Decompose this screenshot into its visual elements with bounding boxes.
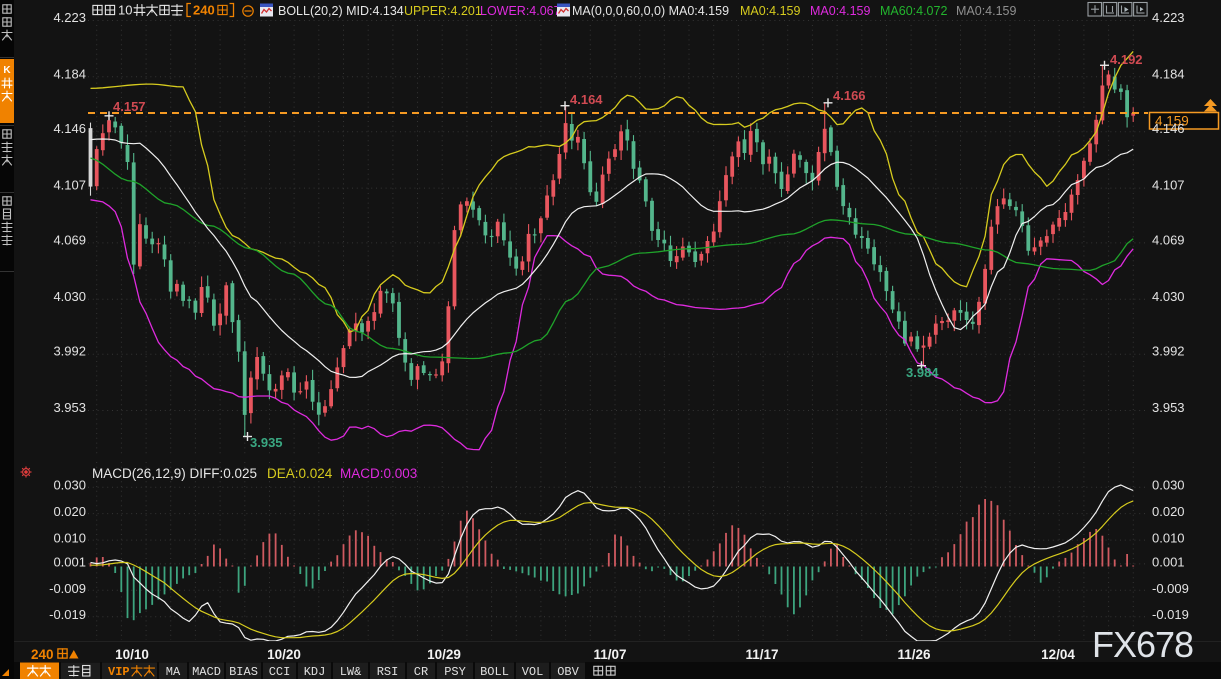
svg-text:K: K xyxy=(3,65,11,76)
svg-text:4.166: 4.166 xyxy=(833,88,866,103)
svg-text:3.935: 3.935 xyxy=(250,435,283,450)
svg-text:MACD(26,12,9) DIFF:0.025: MACD(26,12,9) DIFF:0.025 xyxy=(92,466,257,481)
svg-text:4.069: 4.069 xyxy=(1152,232,1185,247)
svg-text:10/29: 10/29 xyxy=(427,647,461,662)
svg-text:10: 10 xyxy=(118,3,132,18)
svg-text:MA0:4.159: MA0:4.159 xyxy=(956,4,1017,18)
svg-text:10/20: 10/20 xyxy=(267,647,301,662)
svg-text:3.992: 3.992 xyxy=(53,344,86,359)
svg-text:-0.019: -0.019 xyxy=(1152,607,1189,622)
svg-text:0.010: 0.010 xyxy=(1152,531,1185,546)
svg-text:MA0:4.159: MA0:4.159 xyxy=(740,4,801,18)
svg-text:MA60:4.072: MA60:4.072 xyxy=(880,4,947,18)
svg-text:4.223: 4.223 xyxy=(53,10,86,25)
svg-text:4.146: 4.146 xyxy=(53,121,86,136)
svg-text:FX678: FX678 xyxy=(1092,624,1193,665)
svg-text:11/17: 11/17 xyxy=(745,647,778,662)
svg-text:-0.009: -0.009 xyxy=(49,581,86,596)
svg-text:CCI: CCI xyxy=(269,665,291,679)
svg-text:0.001: 0.001 xyxy=(53,554,86,569)
svg-text:KDJ: KDJ xyxy=(304,665,326,679)
svg-text:0.010: 0.010 xyxy=(53,531,86,546)
svg-text:DEA:0.024: DEA:0.024 xyxy=(267,466,333,481)
svg-text:4.107: 4.107 xyxy=(1152,178,1185,193)
svg-text:10/10: 10/10 xyxy=(115,647,149,662)
svg-text:4.069: 4.069 xyxy=(53,232,86,247)
svg-text:BOLL(20,2) MID:4.134: BOLL(20,2) MID:4.134 xyxy=(278,4,404,18)
svg-text:VIP: VIP xyxy=(108,665,130,679)
svg-text:MA: MA xyxy=(166,665,181,679)
svg-text:4.184: 4.184 xyxy=(53,66,86,81)
svg-text:0.001: 0.001 xyxy=(1152,554,1185,569)
svg-text:0.030: 0.030 xyxy=(1152,478,1185,493)
svg-text:MACD: MACD xyxy=(192,665,221,679)
svg-text:3.953: 3.953 xyxy=(1152,400,1185,415)
svg-text:3.953: 3.953 xyxy=(53,400,86,415)
svg-text:4.157: 4.157 xyxy=(113,99,146,114)
svg-text:4.030: 4.030 xyxy=(1152,289,1185,304)
svg-text:12/04: 12/04 xyxy=(1041,647,1075,662)
svg-text:240: 240 xyxy=(31,647,54,662)
svg-text:4.223: 4.223 xyxy=(1152,10,1185,25)
svg-text:-0.019: -0.019 xyxy=(49,607,86,622)
svg-text:LW&: LW& xyxy=(340,665,362,679)
svg-text:UPPER:4.201: UPPER:4.201 xyxy=(404,4,482,18)
svg-text:LOWER:4.067: LOWER:4.067 xyxy=(480,4,561,18)
svg-text:11/07: 11/07 xyxy=(593,647,626,662)
svg-text:-0.009: -0.009 xyxy=(1152,581,1189,596)
svg-text:BIAS: BIAS xyxy=(229,665,258,679)
svg-text:4.030: 4.030 xyxy=(53,289,86,304)
svg-text:0.020: 0.020 xyxy=(1152,504,1185,519)
svg-text:4.192: 4.192 xyxy=(1110,52,1143,67)
svg-text:CR: CR xyxy=(414,665,428,679)
svg-text:4.164: 4.164 xyxy=(570,92,603,107)
svg-text:BOLL: BOLL xyxy=(480,665,509,679)
svg-text:4.146: 4.146 xyxy=(1152,121,1185,136)
svg-text:MA0:4.159: MA0:4.159 xyxy=(810,4,871,18)
svg-text:240: 240 xyxy=(193,3,215,18)
svg-text:VOL: VOL xyxy=(522,665,544,679)
svg-text:0.020: 0.020 xyxy=(53,504,86,519)
svg-text:MA(0,0,0,60,0,0) MA0:4.159: MA(0,0,0,60,0,0) MA0:4.159 xyxy=(572,4,729,18)
svg-text:3.984: 3.984 xyxy=(906,365,939,380)
svg-text:RSI: RSI xyxy=(377,665,399,679)
svg-text:11/26: 11/26 xyxy=(897,647,931,662)
svg-text:3.992: 3.992 xyxy=(1152,344,1185,359)
svg-text:4.107: 4.107 xyxy=(53,178,86,193)
svg-text:MACD:0.003: MACD:0.003 xyxy=(340,466,417,481)
svg-text:PSY: PSY xyxy=(444,665,466,679)
svg-text:OBV: OBV xyxy=(557,665,579,679)
svg-text:4.184: 4.184 xyxy=(1152,66,1185,81)
svg-text:0.030: 0.030 xyxy=(53,478,86,493)
